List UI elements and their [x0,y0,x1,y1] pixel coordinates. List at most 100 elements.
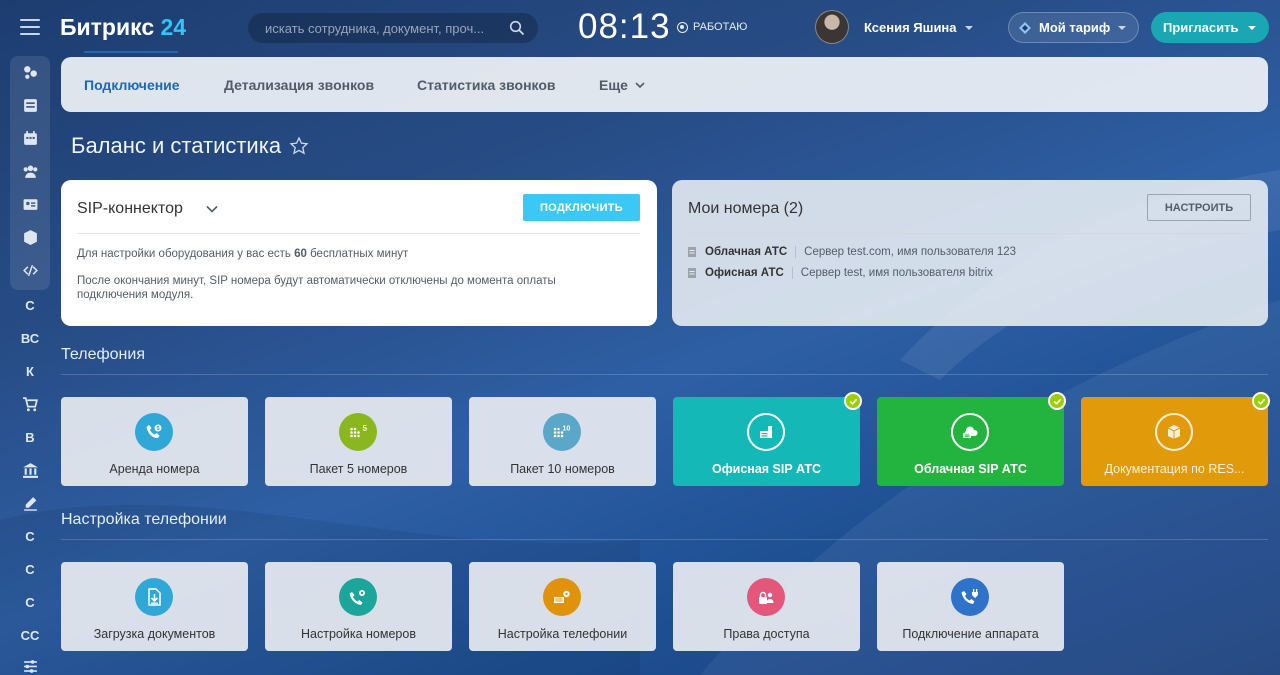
sidebar-item-c4[interactable]: С [0,586,60,619]
number-desc: Сервер test.com, имя пользователя 123 [804,246,1017,258]
sidebar-item-vs[interactable]: ВС [0,322,60,355]
tile-office-sip[interactable]: Офисная SIP АТС [673,392,862,486]
tile-cloud-sip[interactable]: Облачная SIP АТС [877,392,1066,486]
phone-gear-icon [339,578,377,616]
configure-button[interactable]: НАСТРОИТЬ [1147,194,1251,221]
svg-text:10: 10 [563,426,571,433]
bitrix24-logo[interactable]: Битрикс 24 [60,14,186,41]
dialpad-10-icon: 10 [543,413,581,451]
user-menu[interactable]: Ксения Яшина [864,20,973,35]
sidebar-item-cc[interactable]: СС [0,619,60,652]
phone-settings-icon [543,578,581,616]
sliders-icon[interactable] [0,650,60,675]
tab-call-details[interactable]: Детализация звонков [224,77,374,93]
number-desc: Сервер test, имя пользователя bitrix [800,267,993,279]
tile-label: Настройка номеров [301,627,416,641]
active-tab-indicator [84,51,178,53]
phone-dollar-icon: $ [135,413,173,451]
chevron-down-icon [206,205,218,213]
free-minutes-post: бесплатных минут [306,248,409,260]
tile-label: Аренда номера [109,462,200,476]
sidebar-item-c3[interactable]: С [0,553,60,586]
clock[interactable]: 08:13 [578,7,671,47]
tile-telephony-settings[interactable]: Настройка телефонии [469,562,656,651]
group-icon[interactable] [0,155,60,188]
tasks-icon[interactable] [0,89,60,122]
avatar[interactable] [815,10,849,44]
invite-label: Пригласить [1163,20,1239,35]
left-sidebar: С ВС К В С С С СС [0,0,60,675]
checkmark-icon [1252,392,1270,410]
number-row-office[interactable]: Офисная АТС Сервер test, имя пользовател… [688,267,993,279]
tile-access-rights[interactable]: Права доступа [673,562,860,651]
tariff-button[interactable]: Мой тариф [1008,12,1139,43]
number-name: Офисная АТС [705,267,784,279]
menu-icon[interactable] [20,19,40,35]
logo-text: Битрикс [60,14,155,40]
cart-icon[interactable] [0,388,60,421]
sign-icon[interactable] [0,487,60,520]
divider [688,233,1251,234]
work-status-button[interactable]: РАБОТАЮ [677,21,747,33]
tile-label: Подключение аппарата [902,627,1039,641]
disconnect-notice: После окончания минут, SIP номера будут … [77,275,556,301]
tile-number-settings[interactable]: Настройка номеров [265,562,452,651]
tile-label: Настройка телефонии [497,627,628,641]
invite-button[interactable]: Пригласить [1151,12,1269,43]
document-icon [688,247,696,257]
star-icon[interactable] [289,136,309,156]
tile-label: Офисная SIP АТС [711,462,822,476]
tab-call-stats[interactable]: Статистика звонков [417,77,556,93]
box-doc-icon [1155,413,1193,451]
tile-device-connection[interactable]: Подключение аппарата [877,562,1064,651]
connect-button[interactable]: ПОДКЛЮЧИТЬ [523,194,640,221]
checkmark-icon [1048,392,1066,410]
my-numbers-title: Мои номера (2) [688,200,804,217]
code-icon[interactable] [0,254,60,287]
cloud-pbx-icon [951,413,989,451]
divider [77,233,640,234]
svg-text:5: 5 [363,424,368,433]
tile-res-docs[interactable]: Документация по RES... [1081,392,1270,486]
sidebar-item-k[interactable]: К [0,355,60,388]
sidebar-item-c2[interactable]: С [0,520,60,553]
tile-label: Права доступа [723,627,810,641]
tile-upload-docs[interactable]: Загрузка документов [61,562,248,651]
contact-card-icon[interactable] [0,188,60,221]
sidebar-item-v[interactable]: В [0,421,60,454]
search-placeholder: искать сотрудника, документ, проч... [265,20,485,36]
search-input[interactable]: искать сотрудника, документ, проч... [248,13,538,43]
activity-icon[interactable] [0,56,60,89]
box-icon[interactable] [0,221,60,254]
calendar-icon[interactable] [0,122,60,155]
diamond-icon [1019,21,1031,34]
sidebar-item-c1[interactable]: С [0,289,60,322]
tile-label: Пакет 10 номеров [510,462,615,476]
plug-phone-icon [951,578,989,616]
record-icon [677,21,688,33]
separator [791,267,793,279]
tile-number-rent[interactable]: $ Аренда номера [61,397,248,486]
document-icon [688,268,696,278]
search-icon[interactable] [509,20,525,36]
tile-package-5[interactable]: 5 Пакет 5 номеров [265,397,452,486]
section-divider [61,539,1268,540]
tab-connection[interactable]: Подключение [84,77,180,93]
tile-label: Документация по RES... [1104,462,1245,476]
free-minutes-count: 60 [294,248,307,260]
chevron-down-icon [1248,25,1257,30]
checkmark-icon [844,392,862,410]
sip-connector-card: SIP-коннектор ПОДКЛЮЧИТЬ Для настройки о… [61,180,657,326]
bank-icon[interactable] [0,454,60,487]
upload-doc-icon [135,578,173,616]
number-row-cloud[interactable]: Облачная АТС Сервер test.com, имя пользо… [688,246,1016,258]
tile-label: Пакет 5 номеров [309,462,408,476]
logo-number: 24 [160,14,187,40]
tile-package-10[interactable]: 10 Пакет 10 номеров [469,397,656,486]
tab-more[interactable]: Еще [599,77,645,93]
lock-user-icon [747,578,785,616]
chevron-down-icon [1118,25,1127,30]
sip-connector-select[interactable]: SIP-коннектор [77,200,219,218]
section-divider [61,374,1268,375]
my-numbers-card: Мои номера (2) НАСТРОИТЬ Облачная АТС Се… [672,180,1268,326]
